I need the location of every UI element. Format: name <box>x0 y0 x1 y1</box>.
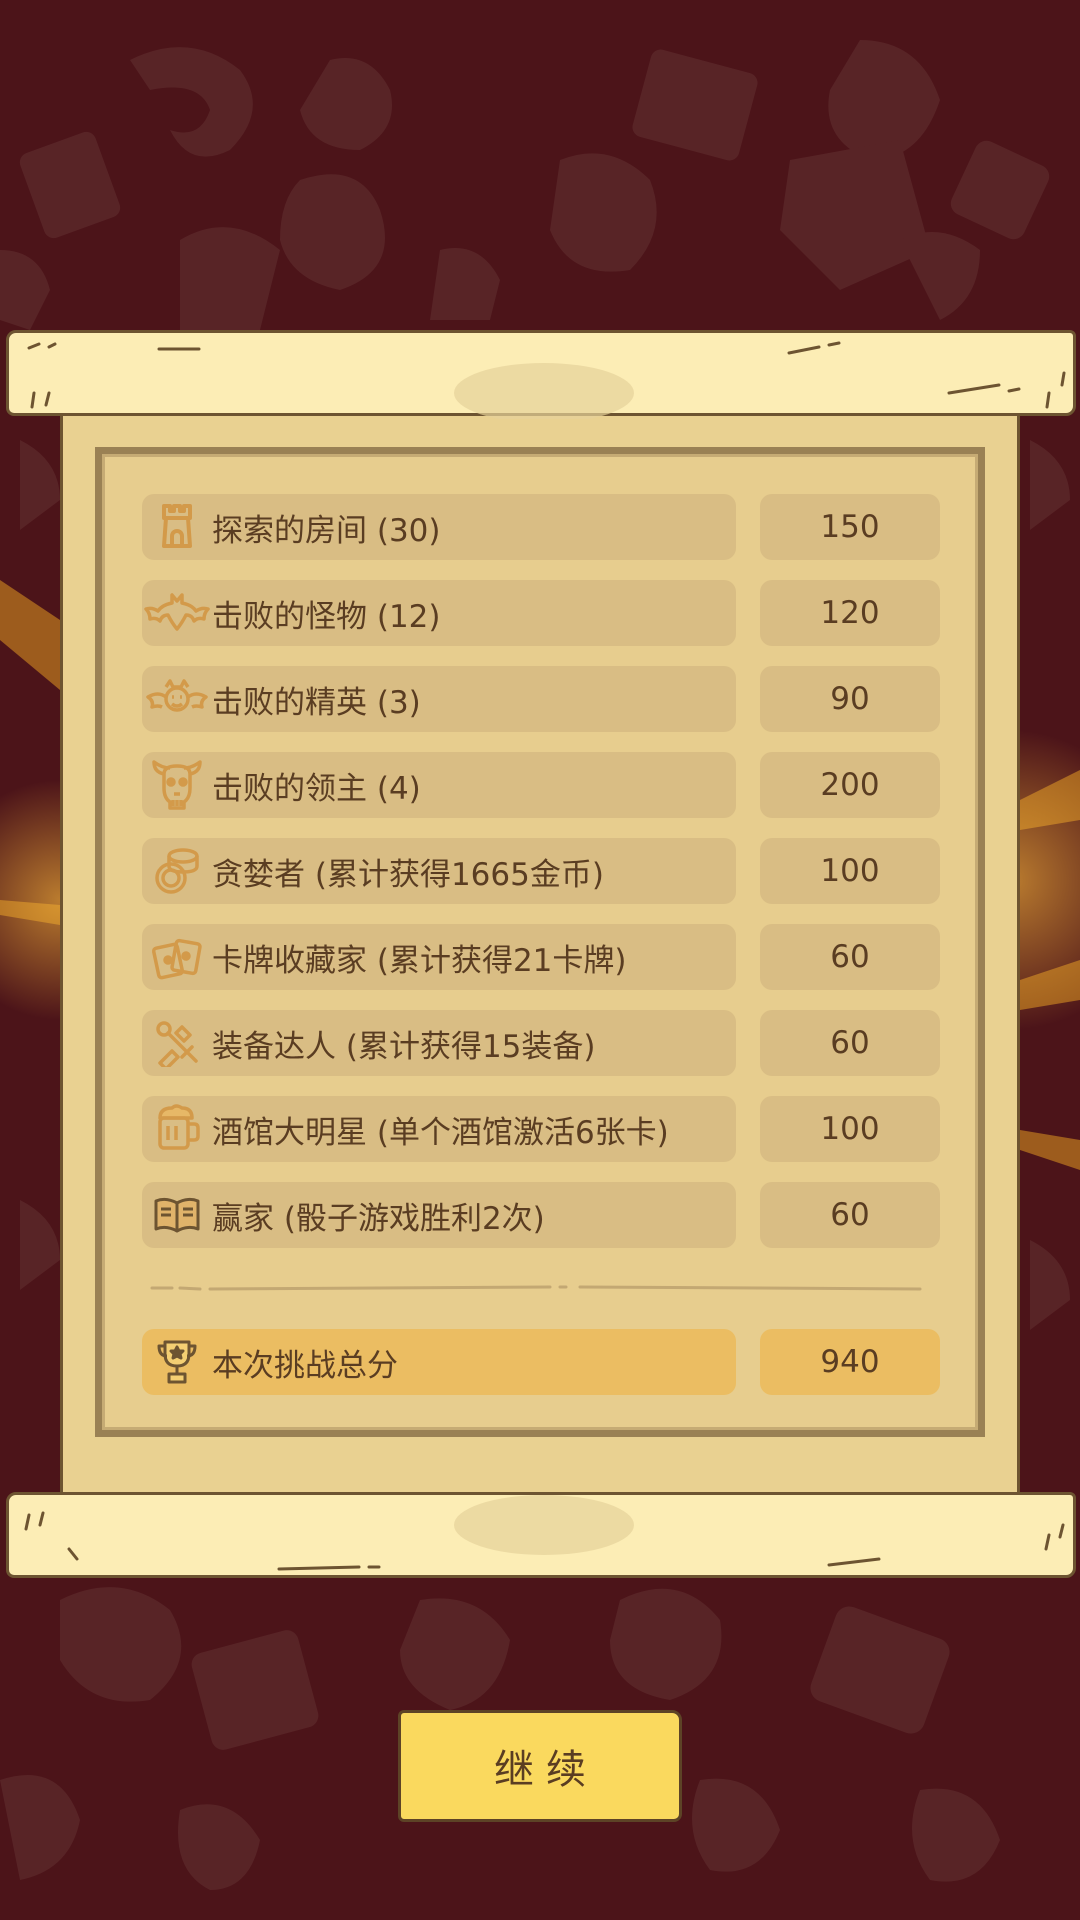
score-row-label: 贪婪者 (累计获得1665金币) <box>212 856 604 893</box>
score-row-value: 120 <box>760 580 940 646</box>
score-row-value: 150 <box>760 494 940 560</box>
cards-icon <box>142 924 212 990</box>
score-row-label: 探索的房间 (30) <box>212 512 441 549</box>
scroll-bottom-roll <box>6 1492 1076 1578</box>
continue-button[interactable]: 继续 <box>398 1710 682 1822</box>
score-row-label-box: 贪婪者 (累计获得1665金币) <box>142 838 736 904</box>
score-row-value: 100 <box>760 838 940 904</box>
total-score-label: 本次挑战总分 <box>212 1347 398 1384</box>
beer-mug-icon <box>142 1096 212 1162</box>
score-row-label: 击败的领主 (4) <box>212 770 421 807</box>
score-row-value: 200 <box>760 752 940 818</box>
continue-button-label: 继续 <box>494 1747 598 1793</box>
score-row-label-box: 酒馆大明星 (单个酒馆激活6张卡) <box>142 1096 736 1162</box>
score-row: 酒馆大明星 (单个酒馆激活6张卡) 100 <box>142 1096 940 1162</box>
score-row: 探索的房间 (30) 150 <box>142 494 940 560</box>
score-row-value: 60 <box>760 1010 940 1076</box>
winged-demon-icon <box>142 666 212 732</box>
trophy-icon <box>142 1329 212 1395</box>
horned-skull-icon <box>142 752 212 818</box>
score-row: 击败的怪物 (12) 120 <box>142 580 940 646</box>
score-row-label: 卡牌收藏家 (累计获得21卡牌) <box>212 942 627 979</box>
score-row: 装备达人 (累计获得15装备) 60 <box>142 1010 940 1076</box>
score-row-label: 击败的精英 (3) <box>212 684 421 721</box>
score-row-label: 装备达人 (累计获得15装备) <box>212 1028 596 1065</box>
score-row-label-box: 探索的房间 (30) <box>142 494 736 560</box>
score-row-value: 60 <box>760 924 940 990</box>
book-icon <box>142 1182 212 1248</box>
score-row: 击败的领主 (4) 200 <box>142 752 940 818</box>
score-row-label-box: 装备达人 (累计获得15装备) <box>142 1010 736 1076</box>
score-row-value: 100 <box>760 1096 940 1162</box>
score-row-value: 60 <box>760 1182 940 1248</box>
score-row-label-box: 赢家 (骰子游戏胜利2次) <box>142 1182 736 1248</box>
total-score-label-box: 本次挑战总分 <box>142 1329 736 1395</box>
score-row: 击败的精英 (3) 90 <box>142 666 940 732</box>
score-row-label: 酒馆大明星 (单个酒馆激活6张卡) <box>212 1114 669 1151</box>
score-row-label-box: 击败的怪物 (12) <box>142 580 736 646</box>
score-row: 贪婪者 (累计获得1665金币) 100 <box>142 838 940 904</box>
divider <box>150 1285 922 1291</box>
total-score-value: 940 <box>760 1329 940 1395</box>
score-row-value: 90 <box>760 666 940 732</box>
score-row: 卡牌收藏家 (累计获得21卡牌) 60 <box>142 924 940 990</box>
score-row-label-box: 击败的精英 (3) <box>142 666 736 732</box>
score-row-label-box: 击败的领主 (4) <box>142 752 736 818</box>
score-row-label: 赢家 (骰子游戏胜利2次) <box>212 1200 545 1237</box>
equipment-icon <box>142 1010 212 1076</box>
bat-icon <box>142 580 212 646</box>
score-row-label: 击败的怪物 (12) <box>212 598 441 635</box>
total-score-row: 本次挑战总分 940 <box>142 1329 940 1395</box>
coins-icon <box>142 838 212 904</box>
tower-icon <box>142 494 212 560</box>
scroll-top-roll <box>6 330 1076 419</box>
score-row-label-box: 卡牌收藏家 (累计获得21卡牌) <box>142 924 736 990</box>
score-row: 赢家 (骰子游戏胜利2次) 60 <box>142 1182 940 1248</box>
